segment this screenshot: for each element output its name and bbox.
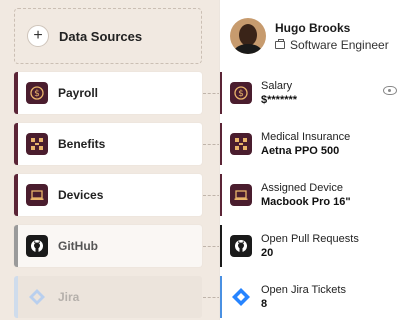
source-devices[interactable]: Devices	[14, 174, 202, 216]
field-label: Open Jira Tickets	[261, 284, 346, 296]
source-benefits[interactable]: Benefits	[14, 123, 202, 165]
field-value: $*******	[261, 94, 298, 106]
eye-icon[interactable]	[383, 86, 397, 95]
field-label: Assigned Device	[261, 182, 343, 194]
employee-name: Hugo Brooks	[275, 20, 351, 35]
payroll-dollar-icon: $	[26, 82, 48, 104]
github-icon	[26, 235, 48, 257]
plus-icon: +	[27, 25, 49, 47]
field-value: Macbook Pro 16"	[261, 196, 351, 208]
briefcase-icon	[275, 38, 285, 49]
laptop-icon	[26, 184, 48, 206]
field-value: 20	[261, 247, 274, 259]
field-medical-insurance: Medical Insurance Aetna PPO 500	[220, 123, 402, 165]
field-value: Aetna PPO 500	[261, 145, 340, 157]
field-value: 8	[261, 298, 268, 310]
add-data-source-button[interactable]: + Data Sources	[14, 8, 202, 64]
field-salary: $ Salary $*******	[220, 72, 402, 114]
benefits-icon	[230, 133, 252, 155]
source-jira[interactable]: Jira	[14, 276, 202, 318]
svg-text:$: $	[238, 89, 244, 99]
github-icon	[230, 235, 252, 257]
employee-title-text: Software Engineer	[290, 37, 389, 52]
source-payroll[interactable]: $ Payroll	[14, 72, 202, 114]
jira-icon	[26, 286, 48, 308]
data-sources-panel: + Data Sources $ Payroll Benefits Device…	[0, 0, 225, 320]
employee-title: Software Engineer	[275, 38, 389, 52]
source-label: GitHub	[58, 239, 98, 253]
source-label: Jira	[58, 290, 80, 304]
avatar	[230, 18, 266, 54]
jira-icon	[230, 286, 252, 308]
field-open-jira-tickets: Open Jira Tickets 8	[220, 276, 402, 318]
employee-profile-panel: Hugo Brooks Software Engineer $ Salary $…	[219, 0, 402, 320]
laptop-icon	[230, 184, 252, 206]
benefits-icon	[26, 133, 48, 155]
profile-header: Hugo Brooks Software Engineer	[220, 8, 402, 64]
field-label: Medical Insurance	[261, 131, 351, 143]
source-label: Payroll	[58, 86, 99, 100]
field-label: Salary	[261, 80, 293, 92]
field-label: Open Pull Requests	[261, 233, 359, 245]
source-label: Benefits	[58, 137, 106, 151]
source-github[interactable]: GitHub	[14, 225, 202, 267]
svg-text:$: $	[34, 89, 40, 99]
field-assigned-device: Assigned Device Macbook Pro 16"	[220, 174, 402, 216]
payroll-dollar-icon: $	[230, 82, 252, 104]
add-data-source-label: Data Sources	[59, 28, 143, 44]
field-open-pull-requests: Open Pull Requests 20	[220, 225, 402, 267]
source-label: Devices	[58, 188, 104, 202]
